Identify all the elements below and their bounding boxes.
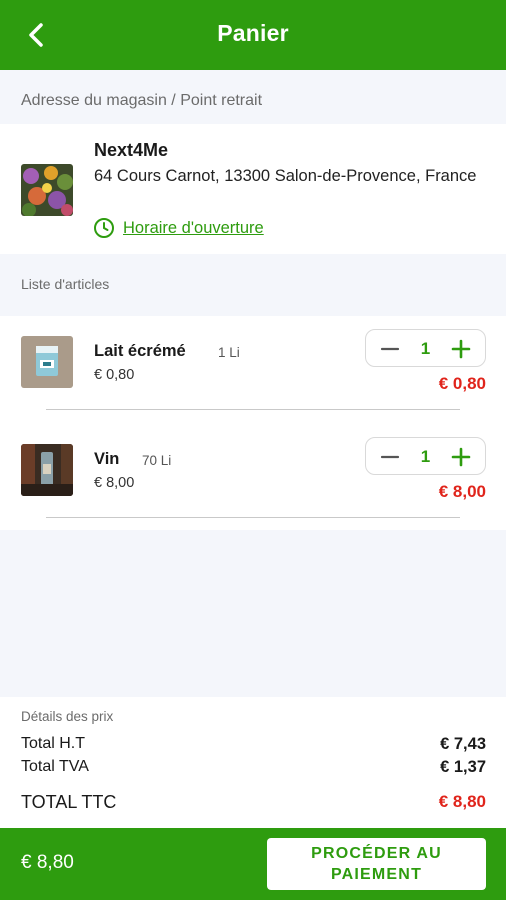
opening-hours-label[interactable]: Horaire d'ouverture	[123, 219, 264, 238]
total-ttc-row: TOTAL TTC € 8,80	[21, 792, 486, 813]
price-details-label: Détails des prix	[21, 709, 114, 724]
footer-total-amount: € 8,80	[21, 852, 74, 873]
total-tva-row: Total TVA € 1,37	[21, 758, 486, 777]
item-volume: 1 Li	[218, 345, 240, 360]
item-unit-price: € 8,00	[94, 475, 135, 491]
divider	[46, 517, 460, 518]
cart-item: Vin 70 Li € 8,00 1 € 8,00	[0, 424, 506, 532]
total-ttc-label: TOTAL TTC	[21, 792, 117, 812]
increase-quantity-button[interactable]	[449, 445, 473, 469]
total-tva-label: Total TVA	[21, 758, 89, 775]
clock-icon	[94, 218, 114, 238]
total-ttc-value: € 8,80	[438, 792, 486, 811]
item-unit-price: € 0,80	[94, 367, 135, 383]
quantity-stepper: 1	[365, 329, 486, 367]
items-section-label: Liste d'articles	[21, 276, 110, 292]
increase-quantity-button[interactable]	[449, 337, 473, 361]
total-tva-value: € 1,37	[440, 758, 486, 776]
page-title: Panier	[217, 20, 289, 46]
price-details: Détails des prix Total H.T € 7,43 Total …	[0, 697, 506, 828]
item-name: Lait écrémé	[94, 342, 186, 360]
item-total-price: € 8,00	[438, 482, 486, 501]
plus-icon	[451, 339, 471, 359]
checkout-footer: € 8,80 PROCÉDER AU PAIEMENT	[0, 828, 506, 900]
store-section-label: Adresse du magasin / Point retrait	[21, 92, 263, 109]
cart-item: Lait écrémé 1 Li € 0,80 1 € 0,80	[0, 316, 506, 424]
cart-items-list: Lait écrémé 1 Li € 0,80 1 € 0,80 Vin 70 …	[0, 316, 506, 530]
store-name: Next4Me	[94, 140, 169, 160]
store-address: 64 Cours Carnot, 13300 Salon-de-Provence…	[94, 167, 477, 185]
item-volume: 70 Li	[142, 453, 172, 468]
item-total-price: € 0,80	[438, 374, 486, 393]
quantity-stepper: 1	[365, 437, 486, 475]
total-ht-label: Total H.T	[21, 735, 86, 752]
store-card: Next4Me 64 Cours Carnot, 13300 Salon-de-…	[0, 124, 506, 254]
store-image	[21, 164, 73, 216]
product-image	[21, 444, 73, 496]
opening-hours-link[interactable]: Horaire d'ouverture	[93, 217, 264, 239]
total-ht-row: Total H.T € 7,43	[21, 735, 486, 754]
plus-icon	[451, 447, 471, 467]
total-ht-value: € 7,43	[440, 735, 486, 753]
proceed-to-payment-label: PROCÉDER AU PAIEMENT	[311, 845, 442, 883]
item-name: Vin	[94, 450, 120, 468]
proceed-to-payment-button[interactable]: PROCÉDER AU PAIEMENT	[267, 838, 486, 890]
divider	[46, 409, 460, 410]
product-image	[21, 336, 73, 388]
app-header: Panier	[0, 0, 506, 70]
